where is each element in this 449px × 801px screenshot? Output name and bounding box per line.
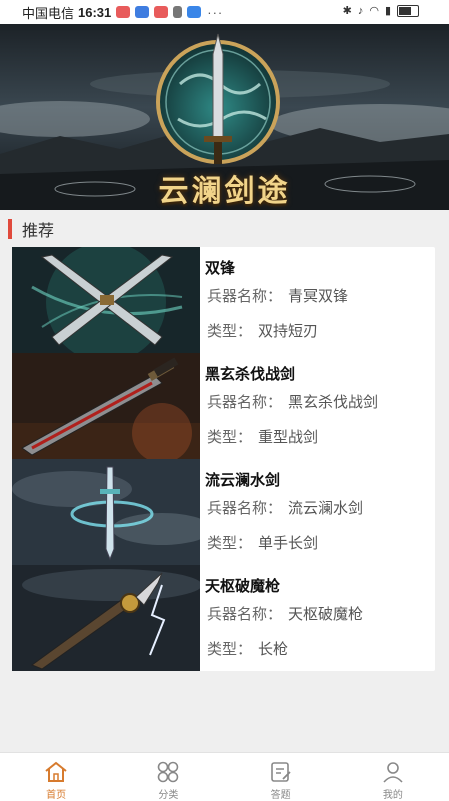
- weapon-type-row: 类型： 重型战剑: [207, 426, 318, 447]
- notification-app-icon: [154, 6, 169, 18]
- weapon-type-row: 类型： 双持短刃: [207, 320, 318, 341]
- banner-title: 云澜剑途: [158, 174, 291, 209]
- weapon-name-label: 兵器名称：: [207, 500, 283, 517]
- weapon-type-label: 类型：: [207, 641, 253, 658]
- weapon-type-value: 重型战剑: [258, 429, 319, 446]
- weapon-type-label: 类型：: [207, 323, 253, 340]
- tab-label: 答题: [270, 790, 291, 801]
- battery-icon: [397, 4, 419, 17]
- weapon-name-value: 青冥双锋: [288, 288, 349, 305]
- notification-app-icon: [187, 6, 202, 18]
- tab-home[interactable]: 首页: [0, 753, 112, 801]
- notification-app-icon: [116, 6, 131, 18]
- weapon-name-value: 流云澜水剑: [288, 500, 364, 517]
- weapon-image: [12, 247, 200, 353]
- tab-profile[interactable]: 我的: [337, 753, 449, 801]
- notification-app-icon: [135, 6, 150, 18]
- weapon-item-tianshu[interactable]: 天枢破魔枪 兵器名称： 天枢破魔枪 类型： 长枪: [12, 565, 435, 671]
- weapon-image: [12, 459, 200, 565]
- weapon-type-label: 类型：: [207, 429, 253, 446]
- weapon-title: 天枢破魔枪: [205, 578, 281, 595]
- tab-label: 分类: [158, 790, 179, 801]
- weapon-image: [12, 353, 200, 459]
- bottom-tab-bar: 首页 分类 答题 我的: [0, 752, 449, 801]
- weapon-name-row: 兵器名称： 青冥双锋: [207, 285, 348, 306]
- tab-label: 我的: [382, 790, 403, 801]
- more-notifications-icon: ···: [207, 4, 224, 20]
- weapon-type-row: 类型： 长枪: [207, 638, 288, 659]
- quiz-icon: [270, 762, 291, 782]
- tab-label: 首页: [46, 790, 67, 801]
- weapon-type-label: 类型：: [207, 535, 253, 552]
- clock: 16:31: [78, 4, 112, 20]
- weapon-item-heixuan[interactable]: 黑玄杀伐战剑 兵器名称： 黑玄杀伐战剑 类型： 重型战剑: [12, 353, 435, 459]
- status-bar: 中国电信 16:31 ··· ✱ ♪ ◠ ▮: [0, 0, 449, 24]
- carrier-label: 中国电信: [22, 5, 75, 21]
- weapon-name-row: 兵器名称： 天枢破魔枪: [207, 603, 363, 624]
- weapon-type-value: 长枪: [258, 641, 289, 658]
- weapon-name-value: 黑玄杀伐战剑: [288, 394, 379, 411]
- weapon-image: [12, 565, 200, 671]
- weapon-name-row: 兵器名称： 流云澜水剑: [207, 497, 363, 518]
- weapon-title: 流云澜水剑: [205, 472, 281, 489]
- status-icons: ✱ ♪ ◠ ▮: [343, 4, 419, 17]
- notification-app-icon: [173, 6, 183, 18]
- signal-icon: ▮: [384, 5, 391, 17]
- mute-icon: ♪: [357, 4, 364, 17]
- weapon-name-row: 兵器名称： 黑玄杀伐战剑: [207, 391, 378, 412]
- bluetooth-icon: ✱: [342, 5, 352, 17]
- category-icon: [158, 761, 179, 783]
- wifi-icon: ◠: [369, 5, 379, 17]
- weapon-name-label: 兵器名称：: [207, 606, 283, 623]
- weapon-name-label: 兵器名称：: [207, 288, 283, 305]
- home-icon: [45, 761, 67, 782]
- weapon-type-value: 单手长剑: [258, 535, 319, 552]
- section-title: 推荐: [22, 223, 55, 240]
- weapon-name-label: 兵器名称：: [207, 394, 283, 411]
- weapon-name-value: 天枢破魔枪: [288, 606, 364, 623]
- weapon-title: 黑玄杀伐战剑: [205, 366, 296, 383]
- hero-banner[interactable]: 云澜剑途: [0, 24, 449, 210]
- user-icon: [383, 762, 403, 783]
- weapon-item-shuangfeng[interactable]: 双锋 兵器名称： 青冥双锋 类型： 双持短刃: [12, 247, 435, 353]
- weapon-title: 双锋: [205, 260, 236, 277]
- section-header: 推荐: [8, 216, 54, 242]
- recommend-list: 双锋 兵器名称： 青冥双锋 类型： 双持短刃 黑玄杀伐战剑 兵器名称： 黑玄杀伐战剑 …: [12, 247, 435, 671]
- section-accent-bar: [8, 219, 12, 239]
- tab-category[interactable]: 分类: [112, 753, 224, 801]
- weapon-type-row: 类型： 单手长剑: [207, 532, 318, 553]
- tab-quiz[interactable]: 答题: [225, 753, 337, 801]
- weapon-item-liuyun[interactable]: 流云澜水剑 兵器名称： 流云澜水剑 类型： 单手长剑: [12, 459, 435, 565]
- weapon-type-value: 双持短刃: [258, 323, 319, 340]
